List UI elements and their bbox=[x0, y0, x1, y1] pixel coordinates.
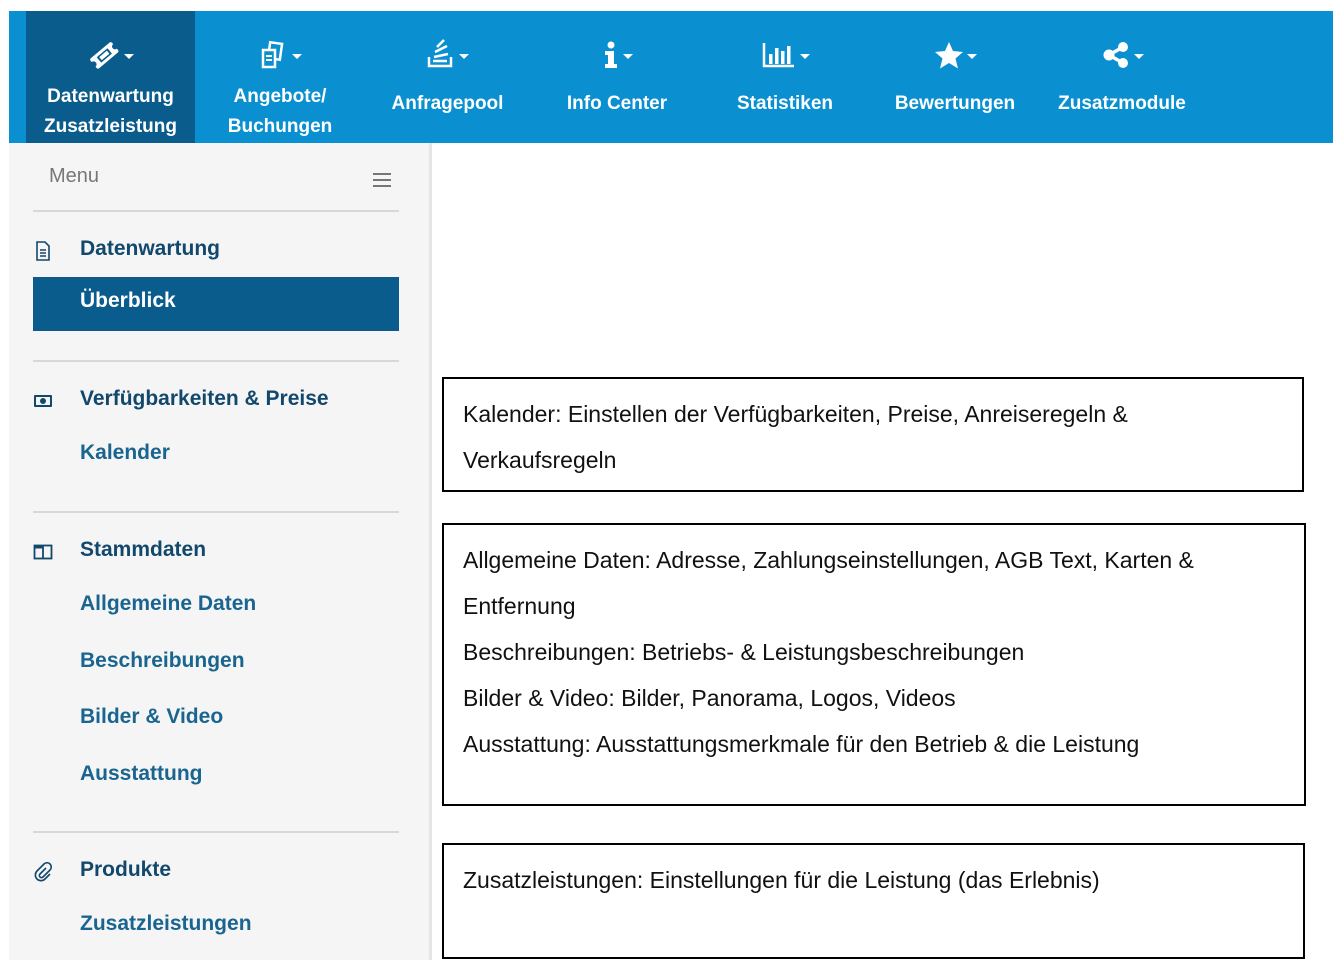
info-line: Ausstattung: Ausstattungsmerkmale für de… bbox=[463, 731, 1140, 757]
chevron-down-icon bbox=[291, 53, 302, 59]
documents-icon bbox=[261, 40, 283, 69]
nav-bewertungen[interactable]: Bewertungen bbox=[880, 11, 1030, 143]
menu-label: Menu bbox=[49, 165, 100, 187]
hamburger-menu-icon[interactable] bbox=[373, 173, 391, 187]
section-title-verfuegbarkeiten: Verfügbarkeiten & Preise bbox=[80, 387, 329, 410]
nav-angebote-buchungen[interactable]: Angebote/ Buchungen bbox=[202, 11, 358, 143]
nav-anfragepool[interactable]: Anfragepool bbox=[379, 11, 516, 143]
ticket-icon bbox=[90, 42, 119, 69]
stack-icon bbox=[427, 39, 453, 68]
divider bbox=[33, 360, 399, 362]
info-line: Verkaufsregeln bbox=[463, 447, 617, 473]
info-box-produkte: Zusatzleistungen: Einstellungen für die … bbox=[442, 843, 1305, 959]
chevron-down-icon bbox=[459, 53, 469, 59]
nav-zusatzmodule[interactable]: Zusatzmodule bbox=[1049, 11, 1195, 143]
nav-datenwartung[interactable]: Datenwartung Zusatzleistung bbox=[26, 11, 195, 143]
divider bbox=[33, 210, 399, 212]
divider bbox=[33, 831, 399, 833]
section-title-produkte: Produkte bbox=[80, 858, 172, 881]
sidebar-item-bilder-video[interactable]: Bilder & Video bbox=[80, 705, 223, 729]
nav-label: Bewertungen bbox=[894, 93, 1016, 114]
info-line: Bilder & Video: Bilder, Panorama, Logos,… bbox=[463, 685, 956, 711]
nav-label: Anfragepool bbox=[391, 93, 504, 114]
info-icon bbox=[604, 41, 617, 68]
sidebar-item-zusatzleistungen[interactable]: Zusatzleistungen bbox=[80, 912, 252, 936]
columns-icon bbox=[33, 544, 53, 560]
section-title-datenwartung: Datenwartung bbox=[80, 237, 221, 260]
sidebar: Menu Datenwartung Überblick Verfügbarkei… bbox=[9, 143, 432, 960]
share-icon bbox=[1103, 42, 1128, 68]
nav-label-line1: Datenwartung bbox=[47, 86, 174, 107]
chevron-down-icon bbox=[1133, 53, 1144, 59]
document-icon bbox=[36, 241, 50, 261]
info-line: Allgemeine Daten: Adresse, Zahlungseinst… bbox=[463, 547, 1194, 573]
chevron-down-icon bbox=[799, 53, 810, 59]
sidebar-item-label: Überblick bbox=[80, 289, 176, 312]
info-line: Entfernung bbox=[463, 593, 576, 619]
info-box-kalender: Kalender: Einstellen der Verfügbarkeiten… bbox=[442, 377, 1304, 492]
nav-label: Statistiken bbox=[736, 93, 834, 114]
chevron-down-icon bbox=[124, 53, 134, 59]
nav-label-line1: Angebote/ bbox=[233, 86, 327, 107]
chevron-down-icon bbox=[622, 53, 633, 59]
chevron-down-icon bbox=[966, 53, 977, 59]
section-title-stammdaten: Stammdaten bbox=[80, 538, 207, 561]
info-box-stammdaten: Allgemeine Daten: Adresse, Zahlungseinst… bbox=[442, 523, 1306, 806]
nav-statistiken[interactable]: Statistiken bbox=[721, 11, 849, 143]
sidebar-item-ausstattung[interactable]: Ausstattung bbox=[80, 762, 203, 786]
bar-chart-icon bbox=[762, 43, 794, 68]
sidebar-item-allgemeine-daten[interactable]: Allgemeine Daten bbox=[80, 592, 256, 616]
nav-label: Info Center bbox=[566, 93, 668, 114]
divider bbox=[33, 511, 399, 513]
paperclip-icon bbox=[34, 862, 53, 882]
sidebar-item-kalender[interactable]: Kalender bbox=[80, 441, 170, 465]
info-line: Kalender: Einstellen der Verfügbarkeiten… bbox=[463, 401, 1128, 427]
info-line: Zusatzleistungen: Einstellungen für die … bbox=[463, 867, 1100, 893]
top-navigation: Datenwartung Zusatzleistung Angebote/ Bu… bbox=[9, 11, 1333, 143]
nav-label: Zusatzmodule bbox=[1058, 93, 1186, 114]
sidebar-item-beschreibungen[interactable]: Beschreibungen bbox=[80, 649, 245, 673]
star-icon bbox=[934, 42, 963, 69]
nav-label-line2: Buchungen bbox=[227, 116, 333, 137]
nav-info-center[interactable]: Info Center bbox=[557, 11, 677, 143]
sidebar-item-ueberblick[interactable]: Überblick bbox=[33, 277, 399, 331]
info-line: Beschreibungen: Betriebs- & Leistungsbes… bbox=[463, 639, 1025, 665]
money-icon bbox=[34, 395, 52, 407]
nav-label-line2: Zusatzleistung bbox=[43, 116, 177, 137]
